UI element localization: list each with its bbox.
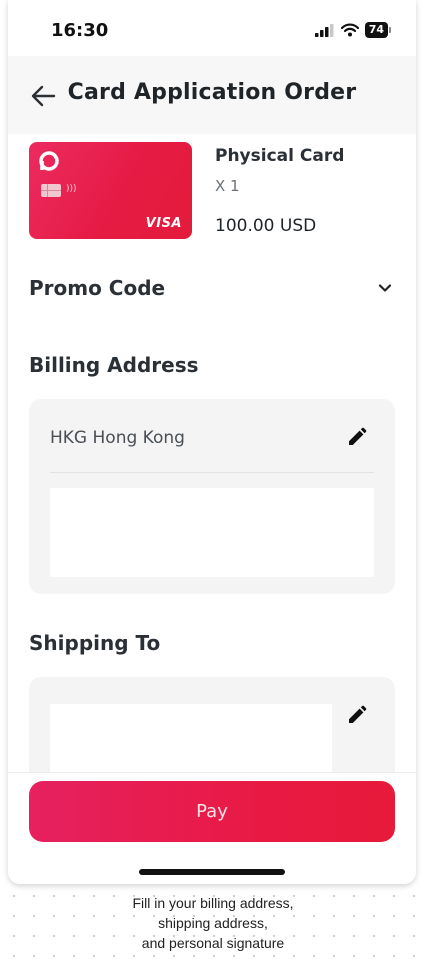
contactless-icon: ))) <box>66 184 77 194</box>
phone-screen: 16:30 74 Card Application Order))) VISA… <box>8 0 416 884</box>
promo-code-label: Promo Code <box>29 276 166 300</box>
card-chip-icon <box>41 184 61 197</box>
caption-line-3: and personal signature <box>141 935 285 951</box>
cellular-signal-icon <box>314 23 334 37</box>
edit-billing-button[interactable] <box>347 427 367 451</box>
chevron-down-icon <box>378 284 392 292</box>
navigation-bar: Card Application Order <box>8 56 416 134</box>
billing-address-card: HKG Hong Kong <box>29 399 395 594</box>
status-bar: 16:30 74 <box>8 0 416 56</box>
product-price: 100.00 USD <box>215 216 317 236</box>
page-title: Card Application Order <box>67 80 357 105</box>
billing-address-title: Billing Address <box>29 353 199 377</box>
promo-code-toggle[interactable]: Promo Code <box>29 276 395 306</box>
product-quantity: X 1 <box>215 177 240 195</box>
caption-line-2: shipping address, <box>158 915 268 931</box>
home-indicator <box>139 869 285 875</box>
shipping-details-panel <box>50 704 332 774</box>
pencil-icon <box>349 427 367 445</box>
status-icons: 74 <box>314 22 392 38</box>
bottom-action-bar: Pay <box>8 772 416 884</box>
wifi-icon <box>340 23 359 37</box>
pay-button[interactable]: Pay <box>29 781 395 842</box>
pencil-icon <box>349 705 367 723</box>
billing-address-text: HKG Hong Kong <box>50 428 185 448</box>
card-image: ))) VISA <box>29 142 192 239</box>
card-brand: VISA <box>145 216 182 231</box>
brand-logo-icon <box>39 151 59 171</box>
battery-icon: 74 <box>364 22 392 38</box>
caption: Fill in your billing address, shipping a… <box>0 893 426 953</box>
product-name: Physical Card <box>215 146 345 166</box>
shipping-title: Shipping To <box>29 631 161 655</box>
caption-line-1: Fill in your billing address, <box>132 895 294 911</box>
status-time: 16:30 <box>51 20 109 41</box>
divider <box>50 472 374 473</box>
billing-details-panel <box>50 488 374 577</box>
edit-shipping-button[interactable] <box>347 705 367 729</box>
